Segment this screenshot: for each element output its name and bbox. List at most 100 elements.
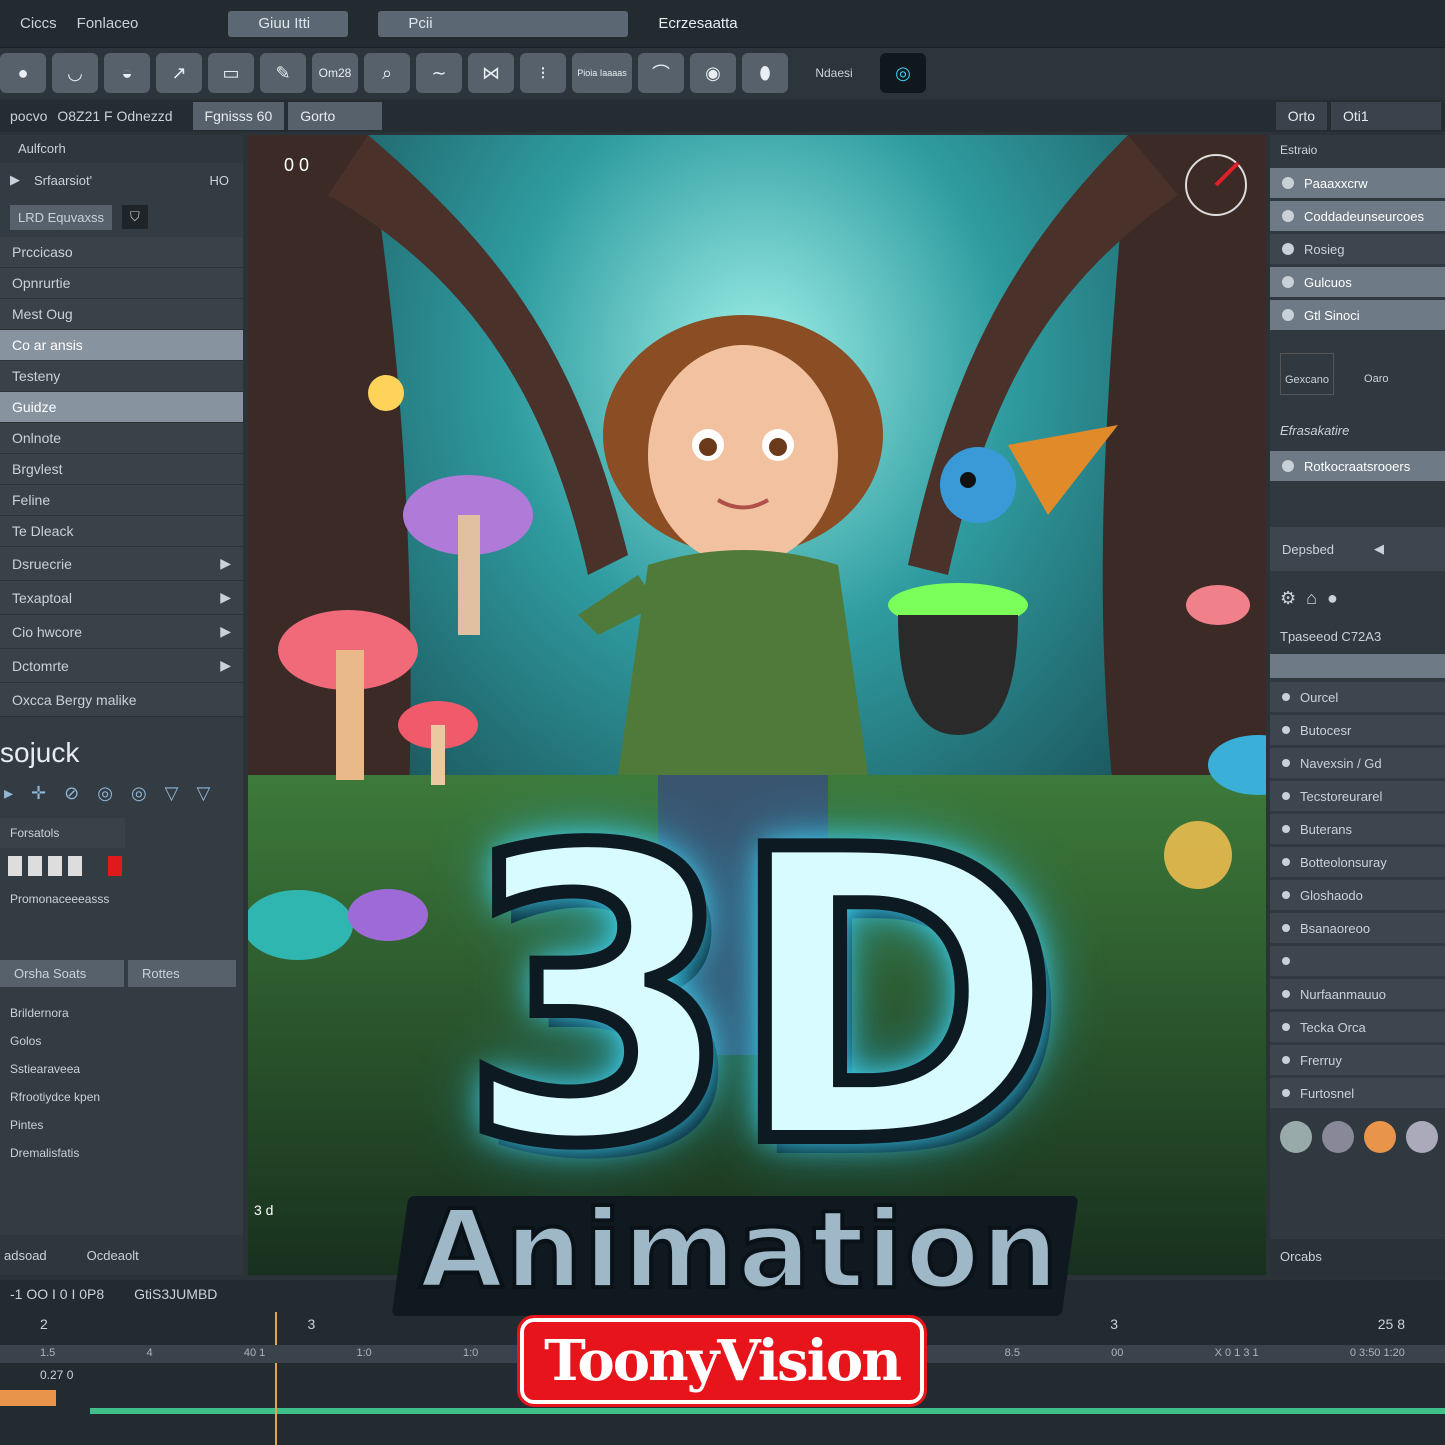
- outliner-item[interactable]: Brgvlest: [0, 454, 243, 485]
- project-field[interactable]: Giuu Itti: [228, 10, 349, 37]
- search-field[interactable]: Pcii: [378, 10, 629, 37]
- tab-right-2[interactable]: Oti1: [1331, 102, 1441, 130]
- expand-arrow-icon[interactable]: ▶: [220, 555, 231, 572]
- play-icon[interactable]: ▶: [10, 172, 20, 188]
- attribute-item[interactable]: Furtosnel: [1270, 1078, 1445, 1108]
- sphere-icon[interactable]: ●: [0, 53, 46, 93]
- toggle-dot[interactable]: [1282, 309, 1294, 321]
- property-row[interactable]: Sstiearaveea: [0, 1055, 243, 1083]
- tab-scene[interactable]: Fgnisss 60: [192, 102, 285, 130]
- property-row[interactable]: Golos: [0, 1027, 243, 1055]
- eraser-icon[interactable]: ⬮: [742, 53, 788, 93]
- toggle-dot[interactable]: [1282, 276, 1294, 288]
- ring-icon[interactable]: ◎: [97, 783, 113, 804]
- attribute-item[interactable]: Navexsin / Gd: [1270, 748, 1445, 778]
- outliner-item[interactable]: Feline: [0, 485, 243, 516]
- property-row[interactable]: Rfrootiydce kpen: [0, 1083, 243, 1111]
- property-row[interactable]: Dremalisfatis: [0, 1139, 243, 1167]
- rewind-icon[interactable]: ◀: [1374, 541, 1384, 557]
- expand-arrow-icon[interactable]: ▶: [220, 623, 231, 640]
- toggle-dot[interactable]: [1282, 177, 1294, 189]
- node-icon[interactable]: ⚙: [1280, 588, 1296, 609]
- text-icon[interactable]: Om28: [312, 53, 358, 93]
- attribute-item[interactable]: Butocesr: [1270, 715, 1445, 745]
- outliner-item[interactable]: Opnrurtie: [0, 268, 243, 299]
- slider[interactable]: [1270, 654, 1445, 678]
- property-row[interactable]: Pintes: [0, 1111, 243, 1139]
- outliner-item[interactable]: Mest Oug: [0, 299, 243, 330]
- attribute-item[interactable]: Gloshaodo: [1270, 880, 1445, 910]
- zoom-icon[interactable]: ⌕: [364, 53, 410, 93]
- bowl-icon[interactable]: ◒: [104, 53, 150, 93]
- expand-arrow-icon[interactable]: ▶: [220, 589, 231, 606]
- arc-icon[interactable]: ⌒: [638, 53, 684, 93]
- ruler-tick: X 0 1 3 1: [1214, 1347, 1259, 1359]
- menu-file[interactable]: Ciccs: [20, 15, 57, 32]
- outliner-item[interactable]: Prccicaso: [0, 237, 243, 268]
- attribute-item[interactable]: Buterans: [1270, 814, 1445, 844]
- move-icon[interactable]: ✛: [31, 783, 46, 804]
- property-row[interactable]: Brildernora: [0, 999, 243, 1027]
- outliner-item[interactable]: Guidze: [0, 392, 243, 423]
- target-icon[interactable]: ◉: [690, 53, 736, 93]
- attribute-item[interactable]: Tecka Orca: [1270, 1012, 1445, 1042]
- footer-label[interactable]: Ocdeaolt: [87, 1248, 139, 1263]
- property-item[interactable]: Paaaxxcrw: [1270, 168, 1445, 198]
- section-label[interactable]: LRD Equvaxss: [10, 204, 112, 230]
- shape-icon[interactable]: ▽: [165, 783, 179, 804]
- property-item[interactable]: Rotkocraatsrooers: [1270, 451, 1445, 481]
- expand-arrow-icon[interactable]: ▶: [220, 657, 231, 674]
- pen-icon[interactable]: ✎: [260, 53, 306, 93]
- toggle-dot[interactable]: [1282, 210, 1294, 222]
- thumbnail[interactable]: Gexcano: [1280, 353, 1335, 395]
- playhead[interactable]: [274, 1312, 277, 1445]
- ring-icon[interactable]: ◎: [131, 783, 147, 804]
- attribute-item[interactable]: Frerruy: [1270, 1045, 1445, 1075]
- outliner-item[interactable]: Testeny: [0, 361, 243, 392]
- frame-controls[interactable]: -1 OO I 0 I 0P8: [10, 1286, 104, 1302]
- outliner-item[interactable]: Texaptoal ▶: [0, 581, 243, 615]
- rig-icon[interactable]: ⋈: [468, 53, 514, 93]
- brush-icon[interactable]: ⊘: [64, 783, 79, 804]
- keyframe-block[interactable]: [0, 1390, 56, 1406]
- attribute-item[interactable]: Nurfaanmauuo: [1270, 979, 1445, 1009]
- attribute-item[interactable]: Botteolonsuray: [1270, 847, 1445, 877]
- property-item[interactable]: Gulcuos: [1270, 267, 1445, 297]
- attribute-item[interactable]: Ourcel: [1270, 682, 1445, 712]
- property-item[interactable]: Depsbed ◀: [1270, 527, 1445, 571]
- node-icon[interactable]: ⁝: [520, 53, 566, 93]
- sub-tab[interactable]: Orsha Soats: [0, 960, 124, 987]
- move-icon[interactable]: ↗: [156, 53, 202, 93]
- outliner-item[interactable]: Dctomrte ▶: [0, 649, 243, 683]
- attribute-item[interactable]: Tecstoreurarel: [1270, 781, 1445, 811]
- arrow-icon[interactable]: ▸: [4, 783, 13, 804]
- badge-icon[interactable]: ●: [1327, 588, 1338, 609]
- property-item[interactable]: Rosieg: [1270, 234, 1445, 264]
- thumbnail[interactable]: Oaro: [1364, 353, 1388, 393]
- attribute-item[interactable]: Bsanaoreoo: [1270, 913, 1445, 943]
- animation-track[interactable]: [90, 1408, 1445, 1414]
- outliner-item[interactable]: Co ar ansis: [0, 330, 243, 361]
- lock-icon[interactable]: ⌂: [1306, 588, 1317, 609]
- shape-icon[interactable]: ▽: [197, 783, 211, 804]
- tab-goto[interactable]: Gorto: [288, 102, 383, 130]
- tab-right-1[interactable]: Orto: [1275, 102, 1327, 130]
- sub-tab[interactable]: Rottes: [128, 960, 236, 987]
- outliner-item[interactable]: Oxcca Bergy malike: [0, 683, 243, 717]
- grid-icon[interactable]: Pioia Iaaaas: [572, 53, 632, 93]
- record-icon[interactable]: ◎: [880, 53, 926, 93]
- attribute-item[interactable]: [1270, 946, 1445, 976]
- toggle-dot[interactable]: [1282, 243, 1294, 255]
- property-item[interactable]: Gtl Sinoci: [1270, 300, 1445, 330]
- shield-icon[interactable]: ⛉: [121, 205, 148, 229]
- outliner-item[interactable]: Dsruecrie ▶: [0, 547, 243, 581]
- outliner-item[interactable]: Te Dleack: [0, 516, 243, 547]
- path-icon[interactable]: ∼: [416, 53, 462, 93]
- frame-icon[interactable]: ▭: [208, 53, 254, 93]
- curve-icon[interactable]: ◡: [52, 53, 98, 93]
- menu-edit[interactable]: Fonlaceo: [77, 15, 139, 32]
- property-item[interactable]: Coddadeunseurcoes: [1270, 201, 1445, 231]
- ruler-tick: 4: [146, 1347, 153, 1359]
- outliner-item[interactable]: Onlnote: [0, 423, 243, 454]
- outliner-item[interactable]: Cio hwcore ▶: [0, 615, 243, 649]
